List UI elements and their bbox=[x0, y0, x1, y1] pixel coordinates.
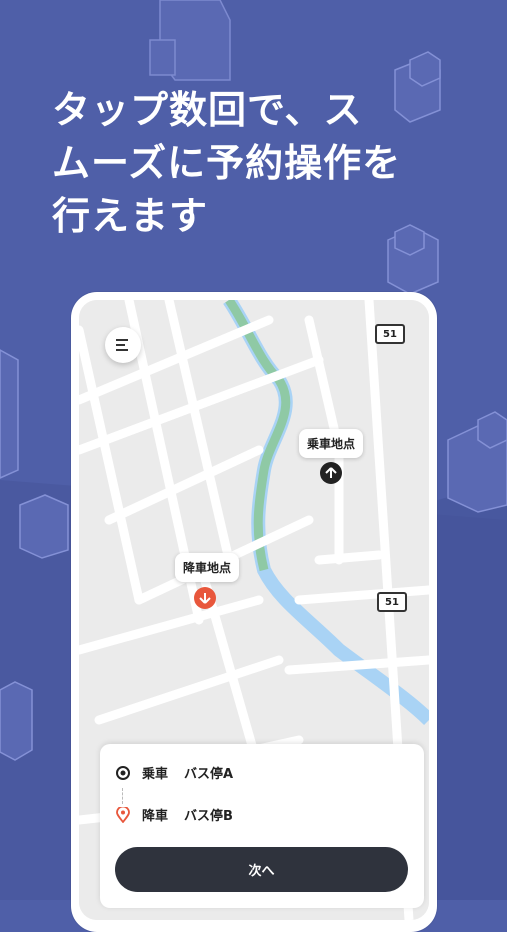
headline: タップ数回で、ス ムーズに予約操作を 行えます bbox=[52, 84, 472, 243]
dropoff-row[interactable]: 降車 バス停B bbox=[116, 805, 233, 824]
map-view[interactable]: 51 51 乗車地点 降車地点 乗車 バス停A 降車 バス停B 次へ bbox=[79, 300, 429, 920]
route-badge-51-top: 51 bbox=[375, 324, 405, 344]
pickup-row[interactable]: 乗車 バス停A bbox=[116, 763, 233, 782]
route-connector bbox=[122, 788, 124, 804]
location-pin-icon bbox=[116, 806, 130, 823]
pickup-point-label: 乗車地点 bbox=[299, 429, 364, 458]
phone-frame: 51 51 乗車地点 降車地点 乗車 バス停A 降車 バス停B 次へ bbox=[71, 292, 437, 932]
arrow-up-icon bbox=[325, 467, 337, 478]
menu-button[interactable] bbox=[105, 327, 141, 363]
next-button[interactable]: 次へ bbox=[115, 847, 408, 892]
dropoff-point-label: 降車地点 bbox=[175, 553, 240, 582]
headline-line-2: ムーズに予約操作を bbox=[52, 141, 402, 185]
headline-line-1: タップ数回で、ス bbox=[52, 88, 363, 132]
headline-line-3: 行えます bbox=[52, 194, 209, 238]
pickup-dot-icon bbox=[116, 765, 130, 780]
dropoff-label: 降車 bbox=[142, 809, 169, 824]
dropoff-pin[interactable] bbox=[194, 587, 216, 609]
pickup-value: バス停A bbox=[184, 767, 234, 782]
route-badge-51-bottom: 51 bbox=[377, 592, 407, 612]
menu-icon bbox=[116, 339, 128, 351]
arrow-down-icon bbox=[199, 593, 211, 604]
pickup-pin[interactable] bbox=[320, 462, 342, 484]
dropoff-value: バス停B bbox=[184, 809, 233, 824]
booking-sheet: 乗車 バス停A 降車 バス停B 次へ bbox=[100, 744, 424, 908]
pickup-label: 乗車 bbox=[142, 767, 169, 782]
